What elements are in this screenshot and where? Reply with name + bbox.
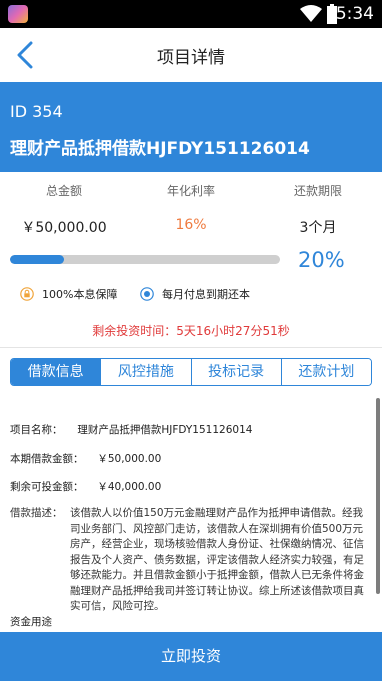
detail-fund-use: 资金用途: [10, 614, 52, 629]
remaining-time: 剩余投资时间：5天16小时27分51秒: [92, 324, 290, 338]
invest-now-button[interactable]: 立即投资: [0, 632, 382, 681]
tab-repayment-plan[interactable]: 还款计划: [280, 359, 371, 385]
guarantee-badge: 100%本息保障: [20, 286, 117, 302]
annual-rate: 年化利率 16%: [131, 182, 251, 233]
radio-dot-icon: [140, 287, 154, 301]
annual-rate-label: 年化利率: [166, 184, 215, 198]
repayment-term: 还款期限 3个月: [258, 182, 378, 237]
total-amount: 总金额 ￥50,000.00: [4, 182, 124, 237]
detail-investable-amount-value: ￥40,000.00: [97, 481, 162, 493]
detail-loan-amount: 本期借款金额： ￥50,000.00: [10, 451, 161, 466]
detail-description: 借款描述： 该借款人以价值150万元金融理财产品作为抵押申请借款。经我司业务部门…: [10, 506, 366, 615]
status-bar: 5:34: [0, 0, 382, 28]
funding-progress-bar: [10, 255, 280, 264]
detail-description-value: 该借款人以价值150万元金融理财产品作为抵押申请借款。经我司业务部门、风控部门走…: [70, 507, 364, 612]
nav-bar: 项目详情: [0, 28, 382, 82]
detail-investable-amount: 剩余可投金额： ￥40,000.00: [10, 479, 161, 494]
guarantee-badge-label: 100%本息保障: [42, 288, 118, 301]
app-notification-icon: [8, 5, 28, 23]
funding-progress-percent: 20%: [298, 248, 345, 272]
project-name: 理财产品抵押借款HJFDY151126014: [10, 139, 310, 159]
detail-loan-amount-value: ￥50,000.00: [97, 453, 162, 465]
detail-fund-use-key: 资金用途: [10, 616, 52, 628]
tab-bar: 借款信息 风控措施 投标记录 还款计划: [0, 347, 382, 392]
tab-loan-info[interactable]: 借款信息: [11, 359, 101, 385]
project-header: ID 354 理财产品抵押借款HJFDY151126014: [0, 82, 382, 172]
annual-rate-value: 16%: [175, 217, 207, 233]
segmented-tabs: 借款信息 风控措施 投标记录 还款计划: [10, 358, 372, 386]
funding-progress-fill: [10, 255, 64, 264]
detail-investable-amount-key: 剩余可投金额：: [10, 481, 84, 493]
page-title: 项目详情: [157, 48, 225, 68]
detail-project-name-value: 理财产品抵押借款HJFDY151126014: [77, 424, 253, 436]
detail-project-name: 项目名称： 理财产品抵押借款HJFDY151126014: [10, 422, 252, 437]
total-amount-value: ￥50,000.00: [21, 220, 107, 236]
loan-info-panel[interactable]: 项目名称： 理财产品抵押借款HJFDY151126014 本期借款金额： ￥50…: [0, 392, 382, 632]
detail-loan-amount-key: 本期借款金额：: [10, 453, 84, 465]
detail-description-key: 借款描述：: [10, 507, 63, 519]
lock-icon: [20, 287, 34, 301]
repayment-term-label: 还款期限: [293, 184, 342, 198]
detail-project-name-key: 项目名称：: [10, 424, 63, 436]
repayment-method-badge: 每月付息到期还本: [140, 286, 250, 302]
tab-bid-records[interactable]: 投标记录: [190, 359, 281, 385]
project-stats: 总金额 ￥50,000.00 年化利率 16% 还款期限 3个月 20% 100…: [0, 172, 382, 347]
repayment-term-value: 3个月: [299, 220, 337, 236]
tab-risk-control[interactable]: 风控措施: [100, 359, 191, 385]
repayment-method-label: 每月付息到期还本: [162, 288, 250, 301]
clock: 5:34: [335, 4, 374, 24]
scrollbar[interactable]: [376, 398, 380, 594]
project-id: ID 354: [10, 102, 63, 121]
wifi-icon: [300, 5, 322, 22]
total-amount-label: 总金额: [45, 184, 82, 198]
